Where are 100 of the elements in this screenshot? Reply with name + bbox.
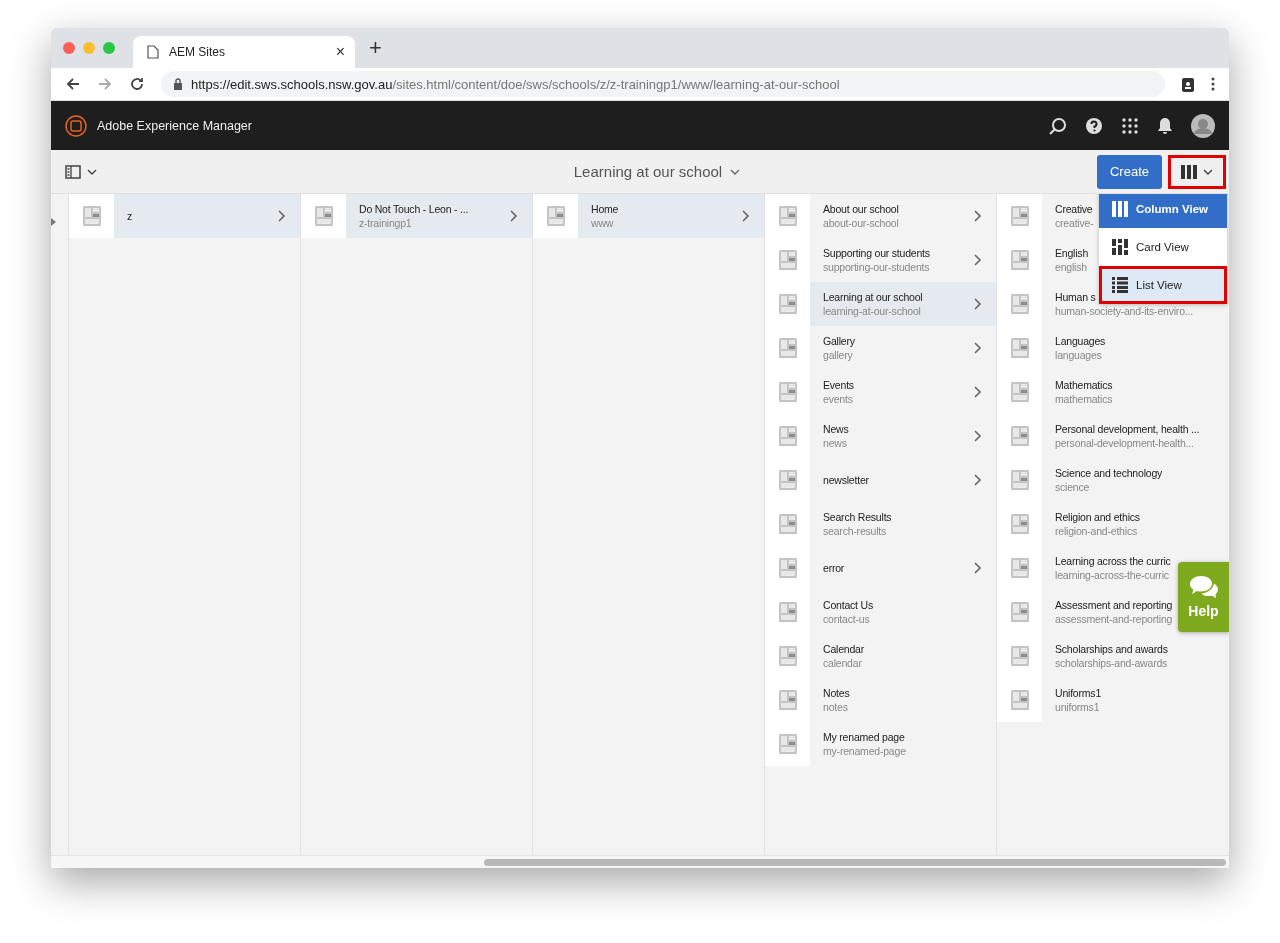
- page-thumbnail-icon: [777, 645, 798, 667]
- chevron-icon[interactable]: [510, 210, 518, 222]
- page-thumbnail-icon: [777, 293, 798, 315]
- view-menu-item[interactable]: Card View: [1099, 228, 1227, 266]
- page-row[interactable]: Mathematics mathematics: [997, 370, 1113, 414]
- list-icon: [1112, 277, 1128, 293]
- avatar-icon[interactable]: [1191, 113, 1215, 138]
- page-title[interactable]: Learning at our school: [573, 163, 723, 180]
- page-title-text: Learning across the curric: [1055, 555, 1171, 567]
- create-button[interactable]: Create: [1096, 154, 1162, 189]
- bell-icon[interactable]: [1157, 116, 1173, 135]
- page-thumbnail-icon: [1009, 513, 1030, 535]
- logo-icon: [65, 114, 87, 137]
- page-title-text: Home: [591, 203, 619, 215]
- chevron-icon[interactable]: [974, 298, 982, 310]
- page-thumbnail-icon: [81, 205, 102, 227]
- page-name-text: creative-: [1055, 217, 1094, 229]
- page-row[interactable]: Home www: [533, 194, 764, 238]
- clipboard-icon[interactable]: [1181, 76, 1195, 92]
- page-name-text: events: [823, 393, 853, 405]
- page-name-text: religion-and-ethics: [1055, 525, 1137, 537]
- page-name-text: assessment-and-reporting: [1055, 613, 1173, 625]
- document-icon: [147, 45, 159, 59]
- chevron-icon[interactable]: [974, 210, 982, 222]
- chevron-icon[interactable]: [51, 218, 56, 226]
- page-row[interactable]: Scholarships and awards scholarships-and-awards: [997, 634, 1168, 678]
- page-name-text: news: [823, 437, 847, 449]
- view-menu-item[interactable]: Column View: [1099, 194, 1227, 228]
- page-row[interactable]: z: [69, 194, 300, 238]
- page-row[interactable]: Learning across the curric learning-across-the-curric: [997, 546, 1171, 590]
- grid-icon: [1112, 239, 1128, 255]
- help-icon[interactable]: [1085, 116, 1103, 135]
- page-thumbnail-icon: [777, 425, 798, 447]
- page-thumbnail-icon: [777, 337, 798, 359]
- caret-icon: [87, 168, 97, 175]
- view-menu-item[interactable]: List View: [1099, 266, 1227, 304]
- chevron-icon[interactable]: [974, 386, 982, 398]
- page-thumbnail-icon: [1009, 469, 1030, 491]
- page-thumbnail-icon: [777, 733, 798, 755]
- page-name-text: gallery: [823, 349, 853, 361]
- new-tab-button[interactable]: +: [369, 35, 382, 61]
- page-name-text: scholarships-and-awards: [1055, 657, 1168, 669]
- chevron-icon[interactable]: [974, 342, 982, 354]
- page-row[interactable]: Learning at our school learning-at-our-school: [765, 282, 996, 326]
- page-title-text: English: [1055, 247, 1089, 259]
- scrollbar-thumb[interactable]: [484, 858, 1226, 866]
- page-thumbnail-icon: [777, 381, 798, 403]
- back-icon[interactable]: [65, 76, 81, 92]
- page-title-text: Supporting our students: [823, 247, 930, 259]
- page-thumbnail-icon: [313, 205, 334, 227]
- page-title-text: Creative: [1055, 203, 1093, 215]
- page-name-text: www: [591, 217, 614, 229]
- page-thumbnail-icon: [545, 205, 566, 227]
- page-row[interactable]: Assessment and reporting assessment-and-reporting: [997, 590, 1173, 634]
- page-title-text: Mathematics: [1055, 379, 1113, 391]
- chevron-icon[interactable]: [974, 254, 982, 266]
- chevron-icon[interactable]: [974, 474, 982, 486]
- page-title-text: News: [823, 423, 849, 435]
- page-row[interactable]: Do Not Touch - Leon - ... z-trainingp1: [301, 194, 532, 238]
- page-row[interactable]: Uniforms1 uniforms1: [997, 678, 1102, 722]
- rail-toggle-button[interactable]: [65, 164, 97, 179]
- page-thumbnail-icon: [777, 249, 798, 271]
- close-tab-button[interactable]: ×: [335, 43, 345, 61]
- page-thumbnail-icon: [777, 557, 798, 579]
- lock-icon: [173, 78, 183, 90]
- reload-icon[interactable]: [129, 76, 145, 92]
- page-thumbnail-icon: [777, 205, 798, 227]
- page-row[interactable]: Languages languages: [997, 326, 1106, 370]
- page-name-text: languages: [1055, 349, 1102, 361]
- page-thumbnail-icon: [777, 601, 798, 623]
- browser-tab[interactable]: AEM Sites ×: [133, 36, 355, 68]
- url-text: https://edit.sws.schools.nsw.gov.au/sites.html/content/doe/sws/schools/z/z-trainingp1/www/learning-at-our-school: [191, 76, 840, 92]
- caret-icon[interactable]: [730, 168, 741, 175]
- page-name-text: z-trainingp1: [359, 217, 412, 229]
- page-thumbnail-icon: [777, 469, 798, 491]
- page-row[interactable]: Science and technology science: [997, 458, 1163, 502]
- page-name-text: mathematics: [1055, 393, 1113, 405]
- search-icon[interactable]: [1049, 116, 1067, 135]
- chevron-icon[interactable]: [278, 210, 286, 222]
- page-name-text: learning-at-our-school: [823, 305, 921, 317]
- address-field[interactable]: https://edit.sws.schools.nsw.gov.au/sites.html/content/doe/sws/schools/z/z-trainingp1/www/learning-at-our-school: [161, 71, 1165, 97]
- panel-icon: [65, 164, 81, 179]
- page-title-text: Scholarships and awards: [1055, 643, 1168, 655]
- chevron-icon[interactable]: [974, 430, 982, 442]
- more-icon[interactable]: [1211, 77, 1215, 91]
- view-switcher-button[interactable]: [1168, 154, 1226, 189]
- page-title-text: Religion and ethics: [1055, 511, 1140, 523]
- chevron-icon[interactable]: [974, 562, 982, 574]
- columns-icon: [1181, 164, 1197, 179]
- chevron-icon[interactable]: [742, 210, 750, 222]
- page-title-text: Learning at our school: [823, 291, 923, 303]
- page-title-text: Notes: [823, 687, 850, 699]
- page-row[interactable]: Creative creative-: [997, 194, 1094, 238]
- apps-icon[interactable]: [1121, 116, 1139, 135]
- caret-icon: [1203, 168, 1213, 175]
- page-row[interactable]: English english: [997, 238, 1089, 282]
- page-row[interactable]: Personal development, health ... personal-development-health...: [997, 414, 1200, 458]
- page-row[interactable]: Religion and ethics religion-and-ethics: [997, 502, 1140, 546]
- page-title-text: Gallery: [823, 335, 855, 347]
- page-title-text: newsletter: [823, 474, 869, 486]
